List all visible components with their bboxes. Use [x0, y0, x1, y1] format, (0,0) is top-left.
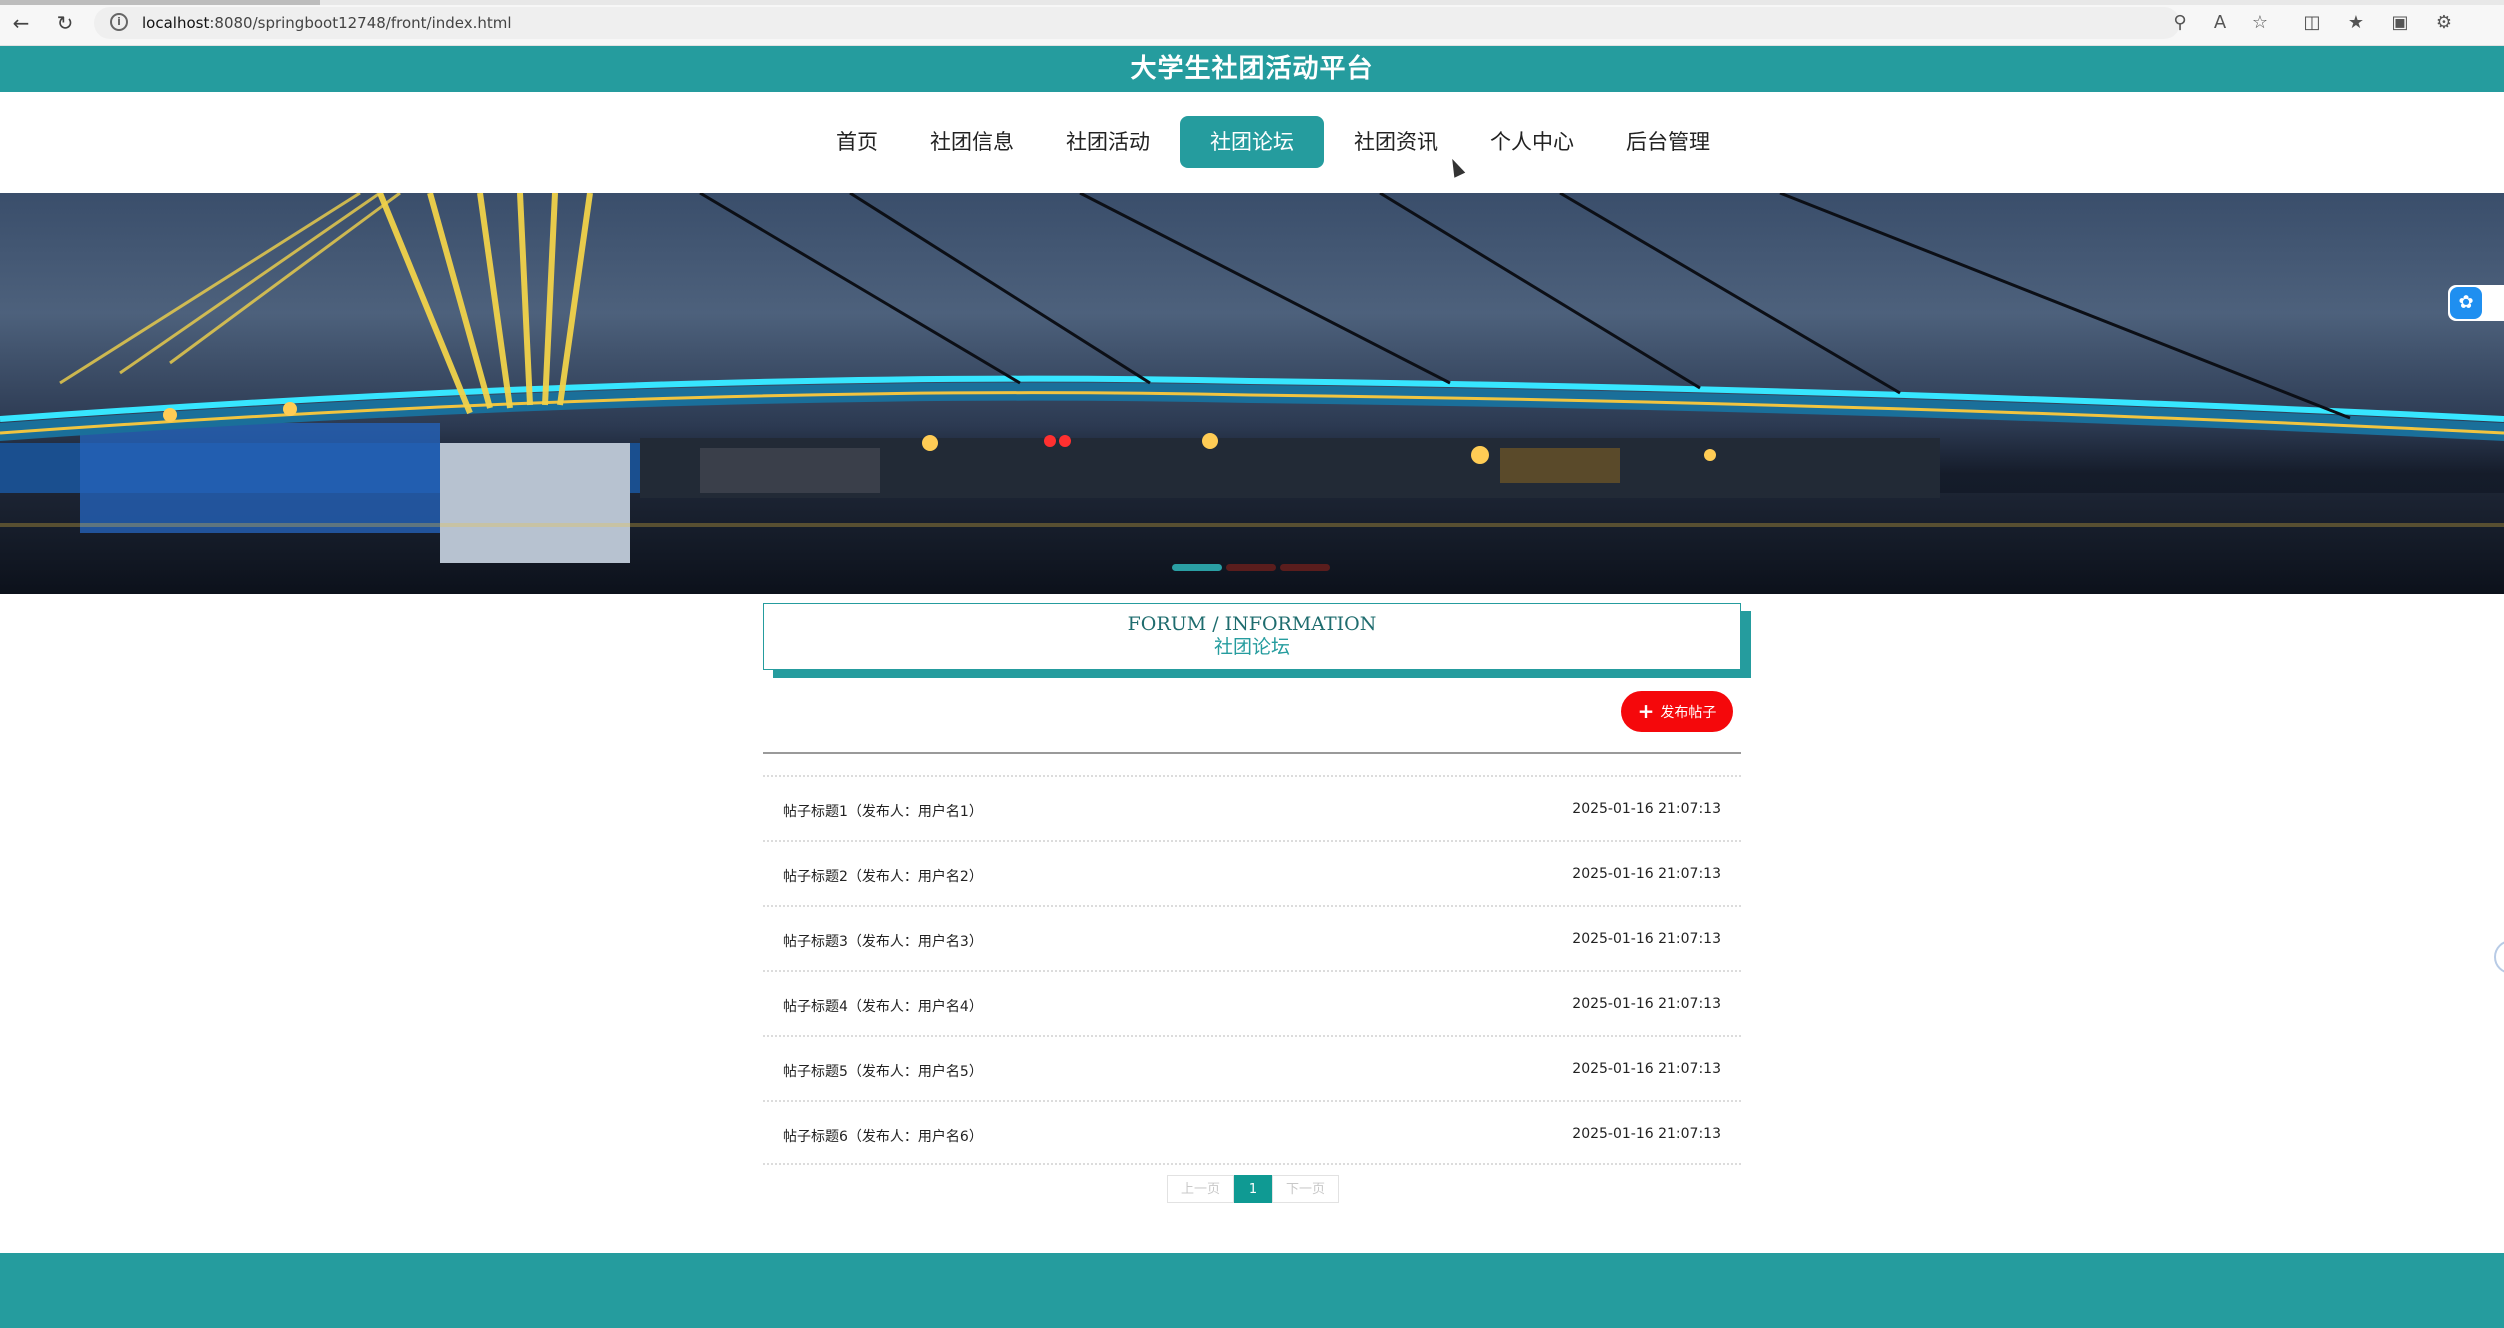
favorite-star-icon[interactable]: ☆ [2248, 11, 2272, 35]
side-floating-button[interactable] [2494, 940, 2504, 974]
banner-carousel[interactable] [0, 193, 2504, 594]
url-text[interactable]: localhost:8080/springboot12748/front/ind… [142, 14, 512, 32]
loading-strip [0, 0, 2504, 5]
nav-item-0[interactable]: 首页 [814, 116, 900, 168]
post-row[interactable]: 帖子标题3（发布人：用户名3） 2025-01-16 21:07:13 [763, 905, 1741, 970]
main-nav: 首页 社团信息 社团活动 社团论坛 社团资讯 个人中心 后台管理 [0, 92, 2504, 192]
post-time: 2025-01-16 21:07:13 [1572, 996, 1721, 1012]
read-aloud-icon[interactable]: A [2208, 11, 2232, 35]
publish-post-button[interactable]: + 发布帖子 [1621, 691, 1733, 732]
key-icon[interactable]: ⚲ [2168, 11, 2192, 35]
divider [763, 752, 1741, 754]
post-row[interactable]: 帖子标题1（发布人：用户名1） 2025-01-16 21:07:13 [763, 775, 1741, 840]
plus-icon: + [1637, 699, 1655, 723]
address-bar[interactable]: i localhost:8080/springboot12748/front/i… [94, 7, 2180, 39]
post-row[interactable]: 帖子标题5（发布人：用户名5） 2025-01-16 21:07:13 [763, 1035, 1741, 1100]
collections-icon[interactable]: ▣ [2388, 11, 2412, 35]
site-title: 大学生社团活动平台 [1130, 54, 1374, 84]
pagination: 上一页 1 下一页 [1167, 1175, 1339, 1203]
post-title[interactable]: 帖子标题5（发布人：用户名5） [783, 1061, 983, 1081]
extensions-icon[interactable]: ⚙ [2432, 11, 2456, 35]
post-title[interactable]: 帖子标题6（发布人：用户名6） [783, 1126, 983, 1146]
favorites-icon[interactable]: ★ [2344, 11, 2368, 35]
post-time: 2025-01-16 21:07:13 [1572, 931, 1721, 947]
post-title[interactable]: 帖子标题3（发布人：用户名3） [783, 931, 983, 951]
nav-item-6[interactable]: 后台管理 [1604, 116, 1732, 168]
back-icon[interactable]: ← [8, 10, 34, 36]
carousel-dot[interactable] [1172, 564, 1222, 571]
post-time: 2025-01-16 21:07:13 [1572, 1061, 1721, 1077]
browser-toolbar: ← ↻ i localhost:8080/springboot12748/fro… [0, 0, 2504, 46]
split-screen-icon[interactable]: ◫ [2300, 11, 2324, 35]
carousel-dot[interactable] [1280, 564, 1330, 571]
nav-item-4[interactable]: 社团资讯 [1332, 116, 1460, 168]
post-title[interactable]: 帖子标题4（发布人：用户名4） [783, 996, 983, 1016]
carousel-indicators [1172, 564, 1334, 571]
reload-icon[interactable]: ↻ [52, 10, 78, 36]
post-row[interactable]: 帖子标题2（发布人：用户名2） 2025-01-16 21:07:13 [763, 840, 1741, 905]
post-row[interactable]: 帖子标题4（发布人：用户名4） 2025-01-16 21:07:13 [763, 970, 1741, 1035]
page-number-button[interactable]: 1 [1234, 1175, 1272, 1203]
post-time: 2025-01-16 21:07:13 [1572, 1126, 1721, 1142]
side-assistant-widget[interactable]: ✿ [2448, 285, 2504, 321]
assistant-icon: ✿ [2450, 287, 2482, 319]
carousel-dot[interactable] [1226, 564, 1276, 571]
post-time: 2025-01-16 21:07:13 [1572, 866, 1721, 882]
post-title[interactable]: 帖子标题1（发布人：用户名1） [783, 801, 983, 821]
post-title[interactable]: 帖子标题2（发布人：用户名2） [783, 866, 983, 886]
section-title-zh: 社团论坛 [1213, 636, 1290, 658]
nav-item-2[interactable]: 社团活动 [1044, 116, 1172, 168]
post-time: 2025-01-16 21:07:13 [1572, 801, 1721, 817]
nav-item-3[interactable]: 社团论坛 [1180, 116, 1324, 168]
section-title-en: FORUM / INFORMATION [1127, 613, 1377, 635]
banner-bridge-image [0, 193, 2504, 594]
info-icon[interactable]: i [110, 13, 128, 31]
site-header: 大学生社团活动平台 [0, 46, 2504, 92]
post-list: 帖子标题1（发布人：用户名1） 2025-01-16 21:07:13 帖子标题2（… [763, 775, 1741, 1165]
site-footer [0, 1253, 2504, 1328]
next-page-button[interactable]: 下一页 [1272, 1175, 1339, 1203]
prev-page-button[interactable]: 上一页 [1167, 1175, 1234, 1203]
post-row[interactable]: 帖子标题6（发布人：用户名6） 2025-01-16 21:07:13 [763, 1100, 1741, 1165]
nav-item-1[interactable]: 社团信息 [908, 116, 1036, 168]
section-header: FORUM / INFORMATION 社团论坛 [763, 603, 1741, 670]
nav-item-5[interactable]: 个人中心 [1468, 116, 1596, 168]
